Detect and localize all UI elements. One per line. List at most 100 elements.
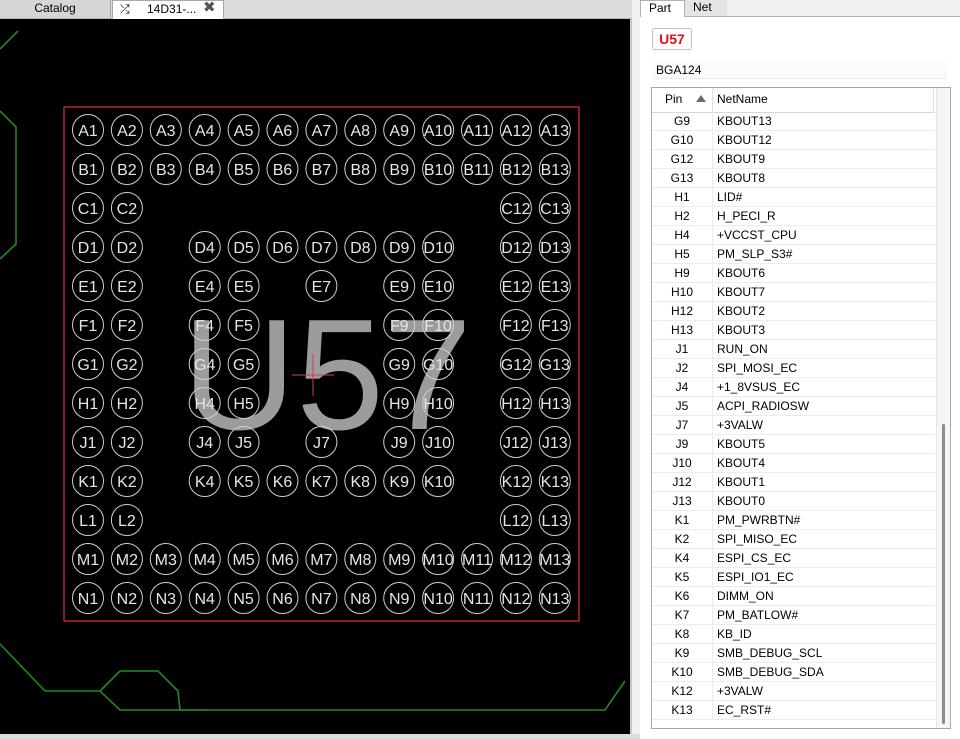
- pad-label: A12: [502, 123, 531, 140]
- splitter[interactable]: [630, 19, 632, 734]
- tab-catalog[interactable]: Catalog: [0, 0, 111, 18]
- pad-label: M5: [232, 552, 254, 569]
- net-cell: KBOUT13: [717, 114, 772, 128]
- table-row[interactable]: H9 KBOUT6: [652, 264, 935, 283]
- table-row[interactable]: K5 ESPI_IO1_EC: [652, 568, 935, 587]
- table-row[interactable]: G10 KBOUT12: [652, 131, 935, 150]
- net-cell: +3VALW: [717, 418, 763, 432]
- pad-label: J7: [313, 435, 330, 452]
- table-row[interactable]: K7 PM_BATLOW#: [652, 606, 935, 625]
- net-cell: KBOUT8: [717, 171, 766, 185]
- table-row[interactable]: K9 SMB_DEBUG_SCL: [652, 644, 935, 663]
- pad-label: L13: [541, 513, 568, 530]
- pad-label: K10: [424, 474, 453, 491]
- table-row[interactable]: H2 H_PECI_R: [652, 207, 935, 226]
- net-cell: SMB_DEBUG_SCL: [717, 646, 823, 660]
- table-row[interactable]: G12 KBOUT9: [652, 150, 935, 169]
- pad-label: B6: [273, 162, 293, 179]
- table-row[interactable]: K10 SMB_DEBUG_SDA: [652, 663, 935, 682]
- table-row[interactable]: J5 ACPI_RADIOSW: [652, 397, 935, 416]
- table-row[interactable]: J1 RUN_ON: [652, 340, 935, 359]
- pad-label: L1: [79, 513, 97, 530]
- pin-cell: K6: [652, 587, 713, 606]
- table-row[interactable]: G13 KBOUT8: [652, 169, 935, 188]
- pad-label: H2: [117, 396, 138, 413]
- table-row[interactable]: J7 +3VALW: [652, 416, 935, 435]
- refdes-badge[interactable]: U57: [652, 28, 692, 50]
- table-row[interactable]: H13 KBOUT3: [652, 321, 935, 340]
- table-row[interactable]: H10 KBOUT7: [652, 283, 935, 302]
- table-row[interactable]: J4 +1_8VSUS_EC: [652, 378, 935, 397]
- vertical-scrollbar[interactable]: [936, 88, 950, 728]
- tab-part[interactable]: Part: [640, 0, 685, 17]
- net-cell: KBOUT4: [717, 456, 766, 470]
- tab-board[interactable]: ⤮ 14D31-... ✖: [112, 0, 224, 19]
- column-header-pin[interactable]: Pin: [652, 88, 713, 112]
- pin-cell: H2: [652, 207, 713, 226]
- pad-label: B2: [117, 162, 137, 179]
- net-cell: ESPI_CS_EC: [717, 551, 792, 565]
- package-name: BGA124: [652, 61, 947, 79]
- scrollbar-thumb[interactable]: [942, 424, 945, 724]
- tab-part-label: Part: [649, 1, 672, 15]
- table-row[interactable]: K2 SPI_MISO_EC: [652, 530, 935, 549]
- pad-label: F2: [118, 318, 137, 335]
- table-row[interactable]: H4 +VCCST_CPU: [652, 226, 935, 245]
- pad-label: G4: [194, 357, 215, 374]
- pin-cell: H9: [652, 264, 713, 283]
- pad-label: N13: [540, 591, 569, 608]
- net-cell: KBOUT7: [717, 285, 766, 299]
- pin-cell: K7: [652, 606, 713, 625]
- table-row[interactable]: H5 PM_SLP_S3#: [652, 245, 935, 264]
- pin-cell: H5: [652, 245, 713, 264]
- column-header-netname[interactable]: NetName: [714, 88, 934, 112]
- pad-label: G5: [233, 357, 254, 374]
- pad-label: A4: [195, 123, 215, 140]
- pin-cell: G9: [652, 112, 713, 131]
- table-row[interactable]: J2 SPI_MOSI_EC: [652, 359, 935, 378]
- close-icon[interactable]: ✖: [203, 0, 216, 16]
- pad-label: A5: [234, 123, 254, 140]
- pad-label: H9: [389, 396, 410, 413]
- status-strip: [0, 734, 640, 739]
- board-drawing: U57 A1 A2 A3 A4 A5 A6 A7 A8 A9 A10 A11 A12 A13B1 B2 B3…: [0, 30, 626, 711]
- net-cell: KBOUT6: [717, 266, 766, 280]
- pad-label: B13: [541, 162, 570, 179]
- table-row[interactable]: K4 ESPI_CS_EC: [652, 549, 935, 568]
- table-row[interactable]: K13 EC_RST#: [652, 701, 935, 720]
- pin-cell: H12: [652, 302, 713, 321]
- table-row[interactable]: K12 +3VALW: [652, 682, 935, 701]
- pad-label: J10: [425, 435, 451, 452]
- board-canvas[interactable]: U57 A1 A2 A3 A4 A5 A6 A7 A8 A9 A10 A11 A12 A13 B1 B2 B3…: [0, 19, 630, 734]
- pad-label: B1: [78, 162, 98, 179]
- pad-label: B8: [351, 162, 371, 179]
- table-row[interactable]: K1 PM_PWRBTN#: [652, 511, 935, 530]
- table-row[interactable]: J9 KBOUT5: [652, 435, 935, 454]
- pad-label: J13: [542, 435, 568, 452]
- net-cell: ACPI_RADIOSW: [717, 399, 810, 413]
- pad-label: B12: [502, 162, 531, 179]
- table-row[interactable]: G9 KBOUT13: [652, 112, 935, 131]
- pin-cell: K10: [652, 663, 713, 682]
- pad-label: G12: [501, 357, 531, 374]
- pad-label: L2: [118, 513, 136, 530]
- shuffle-icon[interactable]: ⤮: [120, 1, 130, 18]
- pad-label: H12: [501, 396, 530, 413]
- net-cell: ESPI_IO1_EC: [717, 570, 794, 584]
- table-row[interactable]: H1 LID#: [652, 188, 935, 207]
- table-row[interactable]: J10 KBOUT4: [652, 454, 935, 473]
- tab-net[interactable]: Net: [685, 0, 727, 17]
- pin-cell: H1: [652, 188, 713, 207]
- table-row[interactable]: K6 DIMM_ON: [652, 587, 935, 606]
- pin-cell: J7: [652, 416, 713, 435]
- pcb-trace: [0, 110, 17, 260]
- pad-label: M9: [388, 552, 410, 569]
- table-row[interactable]: J12 KBOUT1: [652, 473, 935, 492]
- pad-label: M13: [539, 552, 570, 569]
- net-cell: SMB_DEBUG_SDA: [717, 665, 824, 679]
- table-row[interactable]: H12 KBOUT2: [652, 302, 935, 321]
- net-cell: SPI_MOSI_EC: [717, 361, 798, 375]
- net-cell: KBOUT1: [717, 475, 766, 489]
- table-row[interactable]: K8 KB_ID: [652, 625, 935, 644]
- table-row[interactable]: J13 KBOUT0: [652, 492, 935, 511]
